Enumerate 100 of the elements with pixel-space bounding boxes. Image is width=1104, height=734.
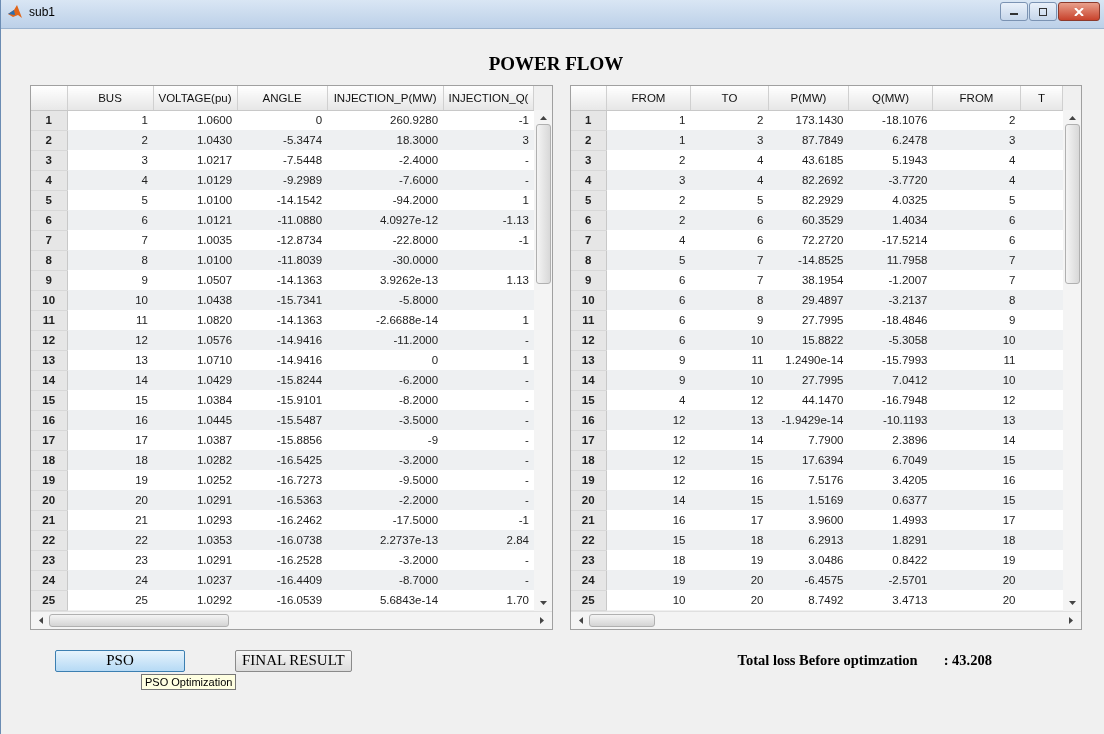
table-cell: 1	[443, 310, 534, 330]
table-cell: -3.2000	[327, 550, 444, 570]
row-header: 17	[570, 430, 607, 450]
close-icon[interactable]	[1074, 7, 1084, 16]
table-cell: 15	[606, 530, 691, 550]
table-cell: -16.5363	[237, 490, 328, 510]
row-header: 10	[31, 290, 67, 310]
maximize-icon[interactable]	[1038, 7, 1048, 16]
table-cell: 6	[67, 210, 153, 230]
table-cell: -2.4000	[327, 150, 444, 170]
table-cell: 3.0486	[768, 550, 849, 570]
close-button[interactable]	[1058, 2, 1100, 21]
row-header: 3	[570, 150, 607, 170]
table-cell: 12	[606, 410, 691, 430]
scrollbar-thumb[interactable]	[49, 613, 229, 627]
table-cell: -6.2000	[327, 370, 444, 390]
column-header[interactable]: INJECTION_P(MW)	[327, 86, 444, 110]
column-header[interactable]: TO	[690, 86, 769, 110]
table-cell: -16.4409	[237, 570, 328, 590]
column-header[interactable]: ANGLE	[237, 86, 328, 110]
table-cell: -12.8734	[237, 230, 328, 250]
table-cell: 1.0237	[153, 570, 238, 590]
push-button[interactable]: PSO	[55, 649, 185, 672]
table-cell: 1.0445	[153, 410, 238, 430]
horizontal-scrollbar[interactable]	[570, 610, 1081, 629]
table-cell: -5.3474	[237, 130, 328, 150]
table-cell: -9.2989	[237, 170, 328, 190]
table-cell: 1.0438	[153, 290, 238, 310]
minimize-button[interactable]	[1000, 2, 1028, 21]
row-header: 7	[570, 230, 607, 250]
column-header[interactable]: INJECTION_Q(	[443, 86, 534, 110]
table-cell: 72.2720	[768, 230, 849, 250]
table-cell: -94.2000	[327, 190, 444, 210]
table-cell: 16	[67, 410, 153, 430]
table-cell: 1.0353	[153, 530, 238, 550]
table-cell: 9	[606, 350, 691, 370]
table-cell: 18	[690, 530, 769, 550]
column-header[interactable]: VOLTAGE(pu)	[153, 86, 238, 110]
push-button[interactable]: FINAL RESULT	[235, 649, 352, 672]
column-header[interactable]: FROM	[932, 86, 1021, 110]
table-cell: 12	[606, 430, 691, 450]
horizontal-scrollbar[interactable]	[31, 610, 553, 629]
vertical-scrollbar[interactable]	[534, 110, 553, 611]
up-arrow-icon[interactable]	[1068, 116, 1076, 120]
table-cell: 1.0282	[153, 450, 238, 470]
table-cell: 1.0292	[153, 590, 238, 610]
table-cell: -1.2007	[848, 270, 933, 290]
table-cell: -	[443, 390, 534, 410]
table-cell: 1.0121	[153, 210, 238, 230]
column-header[interactable]: FROM	[606, 86, 691, 110]
table-cell: 19	[932, 550, 1021, 570]
column-header[interactable]: Q(MW)	[848, 86, 933, 110]
table-cell: -	[443, 430, 534, 450]
table-cell: 1.0387	[153, 430, 238, 450]
down-arrow-icon[interactable]	[1068, 600, 1076, 605]
table-cell: 7	[690, 270, 769, 290]
table-cell: 3.9600	[768, 510, 849, 530]
down-arrow-icon[interactable]	[539, 600, 547, 605]
up-arrow-icon[interactable]	[539, 116, 547, 120]
table-cell: 5.6843e-14	[327, 590, 444, 610]
right-arrow-icon[interactable]	[1069, 616, 1073, 624]
table-cell: 15	[690, 490, 769, 510]
scrollbar-thumb[interactable]	[588, 613, 655, 627]
app-icon	[7, 4, 23, 20]
scrollbar-thumb[interactable]	[1064, 124, 1080, 284]
row-header: 18	[570, 450, 607, 470]
table-cell: 0	[237, 110, 328, 130]
row-header: 16	[570, 410, 607, 430]
table-cell: 1.5169	[768, 490, 849, 510]
table-cell: -18.4846	[848, 310, 933, 330]
table-cell: 1.4993	[848, 510, 933, 530]
table-cell: -14.9416	[237, 330, 328, 350]
row-header: 14	[570, 370, 607, 390]
table-cell: -18.1076	[848, 110, 933, 130]
table-cell: 6	[606, 330, 691, 350]
vertical-scrollbar[interactable]	[1063, 110, 1081, 611]
scrollbar-thumb[interactable]	[535, 124, 551, 284]
table-cell: 20	[932, 570, 1021, 590]
row-header: 13	[31, 350, 67, 370]
column-header[interactable]: P(MW)	[768, 86, 849, 110]
table-cell: 1.0100	[153, 190, 238, 210]
column-header[interactable]: T	[1020, 86, 1063, 110]
row-header: 1	[570, 110, 607, 130]
right-arrow-icon[interactable]	[540, 616, 545, 624]
table-cell: -3.7720	[848, 170, 933, 190]
table-cell: -3.2000	[327, 450, 444, 470]
left-arrow-icon[interactable]	[578, 616, 583, 624]
table-cell: 3.4713	[848, 590, 933, 610]
table-cell: 5	[932, 190, 1021, 210]
table-cell: -2.2000	[327, 490, 444, 510]
table-cell: 22	[67, 530, 153, 550]
table-cell: -5.3058	[848, 330, 933, 350]
table-cell: 1	[443, 190, 534, 210]
table-cell: -11.0880	[237, 210, 328, 230]
column-header[interactable]: BUS	[67, 86, 153, 110]
left-arrow-icon[interactable]	[39, 616, 43, 624]
table-cell: -15.8244	[237, 370, 328, 390]
table-cell: 1	[67, 110, 153, 130]
maximize-button[interactable]	[1029, 2, 1057, 21]
table-cell: 11	[67, 310, 153, 330]
